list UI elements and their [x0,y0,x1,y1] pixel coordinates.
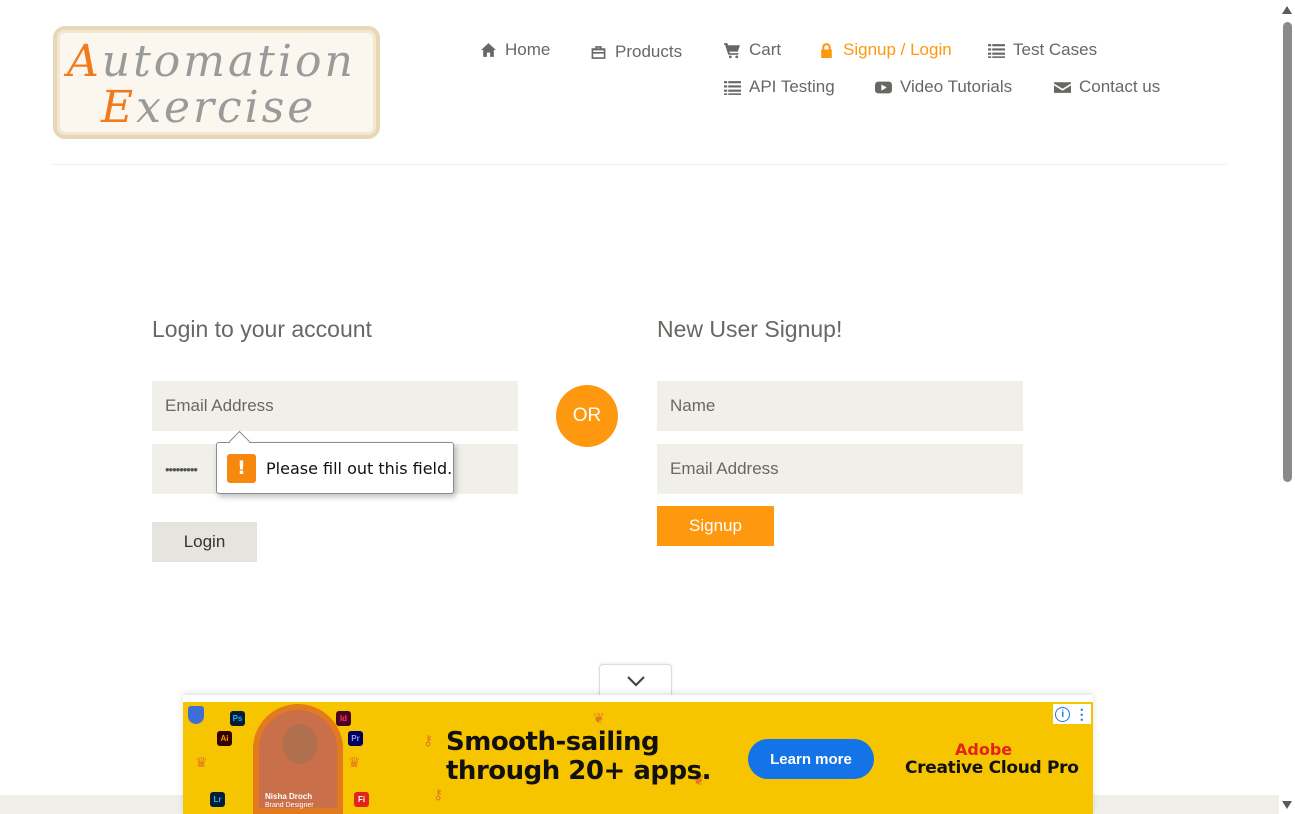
site-logo[interactable]: Automation Exercise [53,26,380,139]
nav-api-testing-label: API Testing [749,77,835,96]
ad-person-name: Nisha Droch [265,792,313,801]
ad-headline: Smooth-sailing through 20+ apps. [446,728,711,786]
page: Automation Exercise Home Products Cart S… [0,0,1295,814]
shield-icon [188,706,204,724]
firefly-app-icon: Fi [354,792,369,807]
ad-menu-icon[interactable]: ⋮ [1075,707,1089,721]
header-divider [52,164,1227,165]
nav-video-tutorials[interactable]: Video Tutorials [875,77,1012,97]
or-badge: OR [556,385,618,447]
signup-name-input[interactable]: Name [657,381,1023,431]
warning-icon: ! [227,453,256,483]
signup-name-placeholder: Name [670,396,716,415]
ad-product-name: Creative Cloud Pro [905,758,1079,778]
ad-info-icon[interactable]: i [1055,706,1071,722]
key-decoration-icon: ⚷ [433,786,444,802]
nav-test-cases-label: Test Cases [1013,40,1098,59]
lock-icon [821,42,832,58]
ad-brand-name: Adobe [955,740,1013,759]
logo-line-2: Exercise [101,82,317,133]
nav-signup-login[interactable]: Signup / Login [818,40,952,60]
chevron-down-icon [626,675,645,687]
ad-person-role: Brand Designer [265,802,314,809]
illustrator-app-icon: Ai [217,731,232,746]
nav-api-testing[interactable]: API Testing [724,77,835,97]
ad-headline-line-2: through 20+ apps. [446,756,711,786]
ad-creative[interactable]: Nisha Droch Brand Designer Ps Ai Id Pr L… [183,702,1093,814]
validation-tooltip: ! Please fill out this field. [216,442,454,494]
ad-headline-line-1: Smooth-sailing [446,727,660,757]
signup-title: New User Signup! [657,316,843,342]
login-email-placeholder: Email Address [165,396,274,415]
nav-cart[interactable]: Cart [724,40,781,60]
lightroom-app-icon: Lr [210,792,225,807]
nav-signup-login-label: Signup / Login [843,40,952,59]
nav-products[interactable]: Products [590,42,682,62]
signup-email-placeholder: Email Address [670,459,779,478]
nav-cart-label: Cart [749,40,782,59]
nav-contact-us[interactable]: Contact us [1054,77,1160,97]
nav-contact-us-label: Contact us [1079,77,1161,96]
login-title: Login to your account [152,316,372,342]
signup-button[interactable]: Signup [657,506,774,546]
nav-home-label: Home [505,40,551,59]
vertical-scrollbar[interactable] [1279,0,1295,814]
leaf-decoration-icon: ❦ [593,710,605,726]
nav-video-tutorials-label: Video Tutorials [900,77,1013,96]
photoshop-app-icon: Ps [230,711,245,726]
key-decoration-icon: ⚷ [423,732,434,748]
briefcase-icon [591,45,606,59]
validation-message: Please fill out this field. [266,458,453,478]
nav-home[interactable]: Home [480,40,550,60]
ad-collapse-button[interactable] [599,664,672,696]
ad-banner[interactable]: Nisha Droch Brand Designer Ps Ai Id Pr L… [183,695,1093,814]
nav-test-cases[interactable]: Test Cases [988,40,1097,60]
ad-choices: i ⋮ [1053,704,1091,724]
ad-learn-more-button[interactable]: Learn more [748,739,874,779]
home-icon [481,42,496,57]
youtube-play-icon [875,81,892,93]
list-icon [724,80,741,95]
login-password-value: ••••••••• [165,461,198,477]
nav-products-label: Products [615,42,683,61]
list-icon [988,43,1005,58]
ad-person-face [283,724,317,764]
lantern-decoration-icon: ♛ [348,754,361,770]
login-email-input[interactable]: Email Address [152,381,518,431]
premiere-app-icon: Pr [348,731,363,746]
envelope-icon [1054,81,1071,93]
indesign-app-icon: Id [336,711,351,726]
login-button[interactable]: Login [152,522,257,562]
scroll-down-arrow-icon[interactable] [1282,801,1292,809]
logo-line-1: Automation [67,36,356,87]
lantern-decoration-icon: ♛ [195,754,208,770]
signup-email-input[interactable]: Email Address [657,444,1023,494]
scroll-up-arrow-icon[interactable] [1282,6,1292,14]
scrollbar-thumb[interactable] [1283,22,1292,482]
cart-icon [724,42,740,58]
